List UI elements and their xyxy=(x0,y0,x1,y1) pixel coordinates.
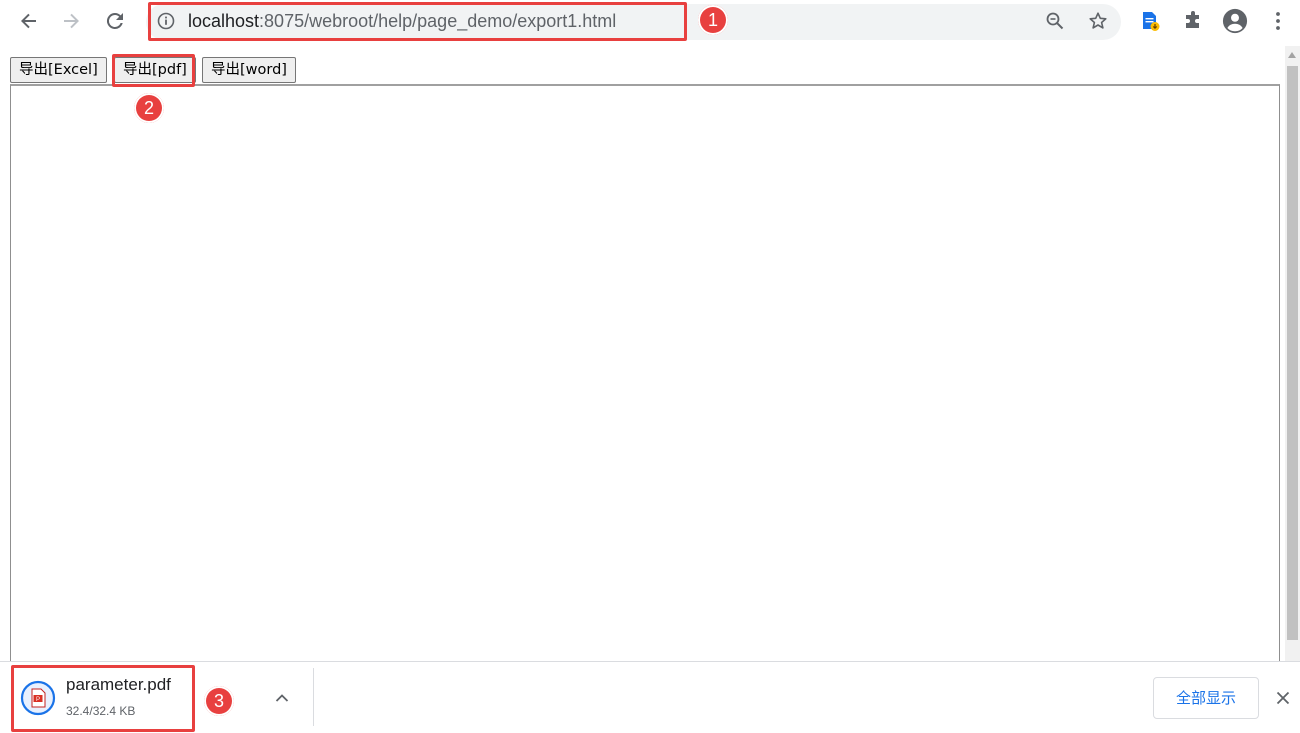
download-shelf xyxy=(0,661,1300,733)
close-icon xyxy=(1276,691,1290,705)
back-button[interactable] xyxy=(13,5,45,37)
export-excel-button[interactable]: 导出[Excel] xyxy=(10,57,107,83)
info-icon[interactable] xyxy=(156,11,176,31)
document-extension-button[interactable] xyxy=(1137,8,1163,34)
document-extension-icon xyxy=(1143,12,1160,31)
annotation-badge-1: 1 xyxy=(698,5,728,35)
extensions-button[interactable] xyxy=(1180,8,1206,34)
browser-toolbar: localhost:8075/webroot/help/page_demo/ex… xyxy=(0,0,1300,46)
scrollbar-thumb[interactable] xyxy=(1287,66,1298,640)
account-icon xyxy=(1222,8,1248,34)
export-word-button[interactable]: 导出[word] xyxy=(202,57,296,83)
close-download-shelf-button[interactable] xyxy=(1272,687,1294,709)
forward-button[interactable] xyxy=(55,5,87,37)
pdf-file-icon[interactable]: P xyxy=(20,680,56,716)
download-progress: 32.4/32.4 KB xyxy=(66,704,136,718)
download-options-button[interactable] xyxy=(270,686,294,710)
url-host: localhost xyxy=(188,11,260,31)
show-all-downloads-button[interactable]: 全部显示 xyxy=(1153,677,1259,719)
annotation-badge-2: 2 xyxy=(134,93,164,123)
scroll-up-arrow-icon[interactable] xyxy=(1288,52,1296,58)
zoom-icon xyxy=(1046,12,1064,30)
reload-button[interactable] xyxy=(99,5,131,37)
report-frame[interactable] xyxy=(10,84,1280,664)
annotation-badge-3: 3 xyxy=(204,686,234,716)
url-path: :8075/webroot/help/page_demo/export1.htm… xyxy=(259,11,617,31)
puzzle-icon xyxy=(1186,11,1199,28)
download-divider xyxy=(313,668,314,726)
profile-button[interactable] xyxy=(1222,8,1248,34)
more-vertical-icon xyxy=(1276,12,1280,30)
reload-icon xyxy=(106,12,123,29)
menu-button[interactable] xyxy=(1265,8,1291,34)
star-icon xyxy=(1089,12,1107,29)
svg-text:P: P xyxy=(36,697,40,703)
export-pdf-button[interactable]: 导出[pdf] xyxy=(114,57,196,83)
chevron-up-icon xyxy=(275,694,289,702)
zoom-button[interactable] xyxy=(1043,9,1067,33)
download-file-name[interactable]: parameter.pdf xyxy=(66,674,171,696)
arrow-right-icon xyxy=(64,13,79,29)
url-text[interactable]: localhost:8075/webroot/help/page_demo/ex… xyxy=(188,9,616,33)
arrow-left-icon xyxy=(21,13,36,29)
bookmark-button[interactable] xyxy=(1086,9,1110,33)
